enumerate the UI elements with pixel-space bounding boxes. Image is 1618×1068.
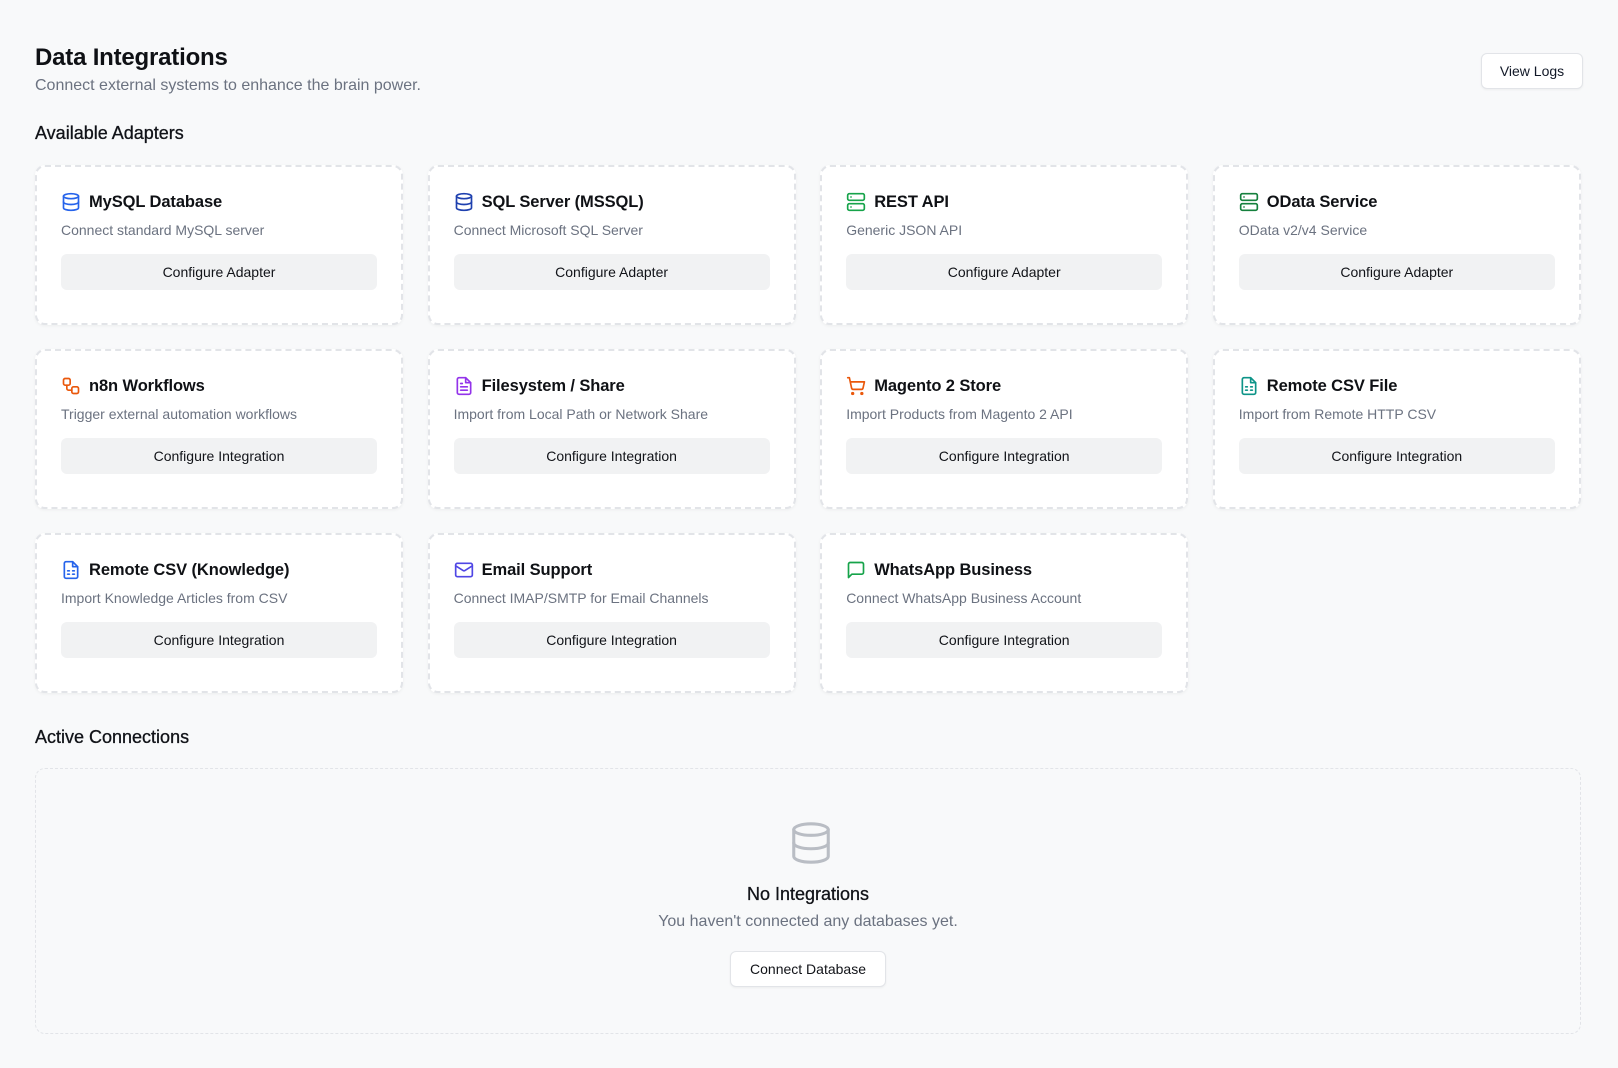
shopping-cart-icon bbox=[846, 376, 866, 396]
adapter-title: Remote CSV File bbox=[1266, 376, 1398, 395]
adapter-description: Import from Remote HTTP CSV bbox=[1238, 406, 1437, 422]
adapter-card-magento-2-store: Magento 2 Store Import Products from Mage… bbox=[820, 349, 1189, 509]
configure-magento-2-store-button[interactable]: Configure Integration bbox=[846, 438, 1163, 474]
file-text-icon bbox=[454, 376, 474, 396]
adapter-card-header: Remote CSV File bbox=[1239, 375, 1555, 397]
empty-state-text: You haven't connected any databases yet. bbox=[658, 913, 958, 930]
empty-state: No Integrations You haven't connected an… bbox=[35, 768, 1581, 1034]
file-spreadsheet-icon bbox=[1239, 376, 1259, 396]
configure-remote-csv-knowledge-button[interactable]: Configure Integration bbox=[61, 622, 377, 658]
adapter-title: Filesystem / Share bbox=[481, 376, 625, 395]
connect-database-button[interactable]: Connect Database bbox=[730, 951, 886, 987]
adapter-card-n8n-workflows: n8n Workflows Trigger external automation… bbox=[35, 349, 403, 509]
configure-whatsapp-business-button[interactable]: Configure Integration bbox=[846, 622, 1163, 658]
adapter-card-header: n8n Workflows bbox=[61, 375, 377, 397]
adapter-description: Connect IMAP/SMTP for Email Channels bbox=[453, 590, 709, 606]
adapter-title: WhatsApp Business bbox=[874, 560, 1033, 579]
adapter-card-header: Filesystem / Share bbox=[454, 375, 770, 397]
adapter-description: Connect standard MySQL server bbox=[61, 222, 265, 238]
section-title-active-connections: Active Connections bbox=[35, 727, 190, 747]
adapter-card-header: MySQL Database bbox=[61, 191, 377, 213]
message-square-icon bbox=[846, 560, 866, 580]
adapter-title: REST API bbox=[874, 192, 949, 211]
configure-rest-api-button[interactable]: Configure Adapter bbox=[846, 254, 1163, 290]
adapter-card-sql-server-mssql: SQL Server (MSSQL) Connect Microsoft SQL … bbox=[427, 165, 796, 325]
configure-remote-csv-file-button[interactable]: Configure Integration bbox=[1238, 438, 1555, 474]
page-subtitle: Connect external systems to enhance the … bbox=[35, 77, 421, 94]
adapter-title: n8n Workflows bbox=[89, 376, 205, 395]
adapter-card-header: Magento 2 Store bbox=[846, 375, 1162, 397]
configure-sql-server-mssql-button[interactable]: Configure Adapter bbox=[453, 254, 770, 290]
adapter-title: Magento 2 Store bbox=[874, 376, 1002, 395]
configure-email-support-button[interactable]: Configure Integration bbox=[453, 622, 770, 658]
adapter-card-odata-service: OData Service OData v2/v4 Service Configur… bbox=[1212, 165, 1581, 325]
configure-n8n-workflows-button[interactable]: Configure Integration bbox=[61, 438, 377, 474]
section-title-available-adapters: Available Adapters bbox=[35, 123, 184, 143]
adapter-card-email-support: Email Support Connect IMAP/SMTP for Email… bbox=[427, 533, 796, 693]
adapter-card-header: Remote CSV (Knowledge) bbox=[61, 559, 377, 581]
adapter-description: Connect WhatsApp Business Account bbox=[846, 590, 1082, 606]
configure-mysql-database-button[interactable]: Configure Adapter bbox=[61, 254, 377, 290]
page: Data Integrations Connect external syste… bbox=[0, 0, 1618, 1068]
page-title: Data Integrations bbox=[35, 44, 228, 71]
file-spreadsheet-icon bbox=[61, 560, 81, 580]
adapter-card-header: Email Support bbox=[454, 559, 770, 581]
adapter-card-remote-csv-file: Remote CSV File Import from Remote HTTP C… bbox=[1212, 349, 1581, 509]
adapter-title: MySQL Database bbox=[89, 192, 223, 211]
adapter-card-remote-csv-knowledge: Remote CSV (Knowledge) Import Knowledge A… bbox=[35, 533, 403, 693]
page-header: Data Integrations Connect external syste… bbox=[35, 42, 1583, 102]
adapter-description: Generic JSON API bbox=[846, 222, 963, 238]
database-icon bbox=[454, 192, 474, 212]
adapter-description: OData v2/v4 Service bbox=[1238, 222, 1368, 238]
adapter-title: OData Service bbox=[1266, 192, 1378, 211]
adapter-description: Trigger external automation workflows bbox=[61, 406, 298, 422]
adapter-card-header: WhatsApp Business bbox=[846, 559, 1162, 581]
adapter-title: Email Support bbox=[481, 560, 593, 579]
adapter-card-mysql-database: MySQL Database Connect standard MySQL ser… bbox=[35, 165, 403, 325]
adapter-card-rest-api: REST API Generic JSON API Configure Adapte… bbox=[820, 165, 1189, 325]
mail-icon bbox=[454, 560, 474, 580]
adapter-card-header: REST API bbox=[846, 191, 1162, 213]
configure-filesystem-share-button[interactable]: Configure Integration bbox=[453, 438, 770, 474]
adapter-description: Connect Microsoft SQL Server bbox=[453, 222, 643, 238]
view-logs-button[interactable]: View Logs bbox=[1481, 53, 1583, 89]
server-icon bbox=[1239, 192, 1259, 212]
adapter-description: Import Knowledge Articles from CSV bbox=[61, 590, 288, 606]
empty-state-title: No Integrations bbox=[746, 884, 870, 904]
adapter-title: Remote CSV (Knowledge) bbox=[89, 560, 290, 579]
database-icon bbox=[61, 192, 81, 212]
adapter-card-whatsapp-business: WhatsApp Business Connect WhatsApp Busine… bbox=[820, 533, 1189, 693]
configure-odata-service-button[interactable]: Configure Adapter bbox=[1238, 254, 1555, 290]
adapter-description: Import Products from Magento 2 API bbox=[846, 406, 1073, 422]
database-icon bbox=[792, 822, 830, 864]
adapter-title: SQL Server (MSSQL) bbox=[481, 192, 644, 211]
adapter-card-header: SQL Server (MSSQL) bbox=[454, 191, 770, 213]
server-icon bbox=[846, 192, 866, 212]
adapter-card-header: OData Service bbox=[1239, 191, 1555, 213]
adapter-grid: MySQL Database Connect standard MySQL ser… bbox=[35, 165, 1581, 693]
adapter-card-filesystem-share: Filesystem / Share Import from Local Path… bbox=[427, 349, 796, 509]
adapter-description: Import from Local Path or Network Share bbox=[453, 406, 709, 422]
workflow-icon bbox=[61, 376, 81, 396]
